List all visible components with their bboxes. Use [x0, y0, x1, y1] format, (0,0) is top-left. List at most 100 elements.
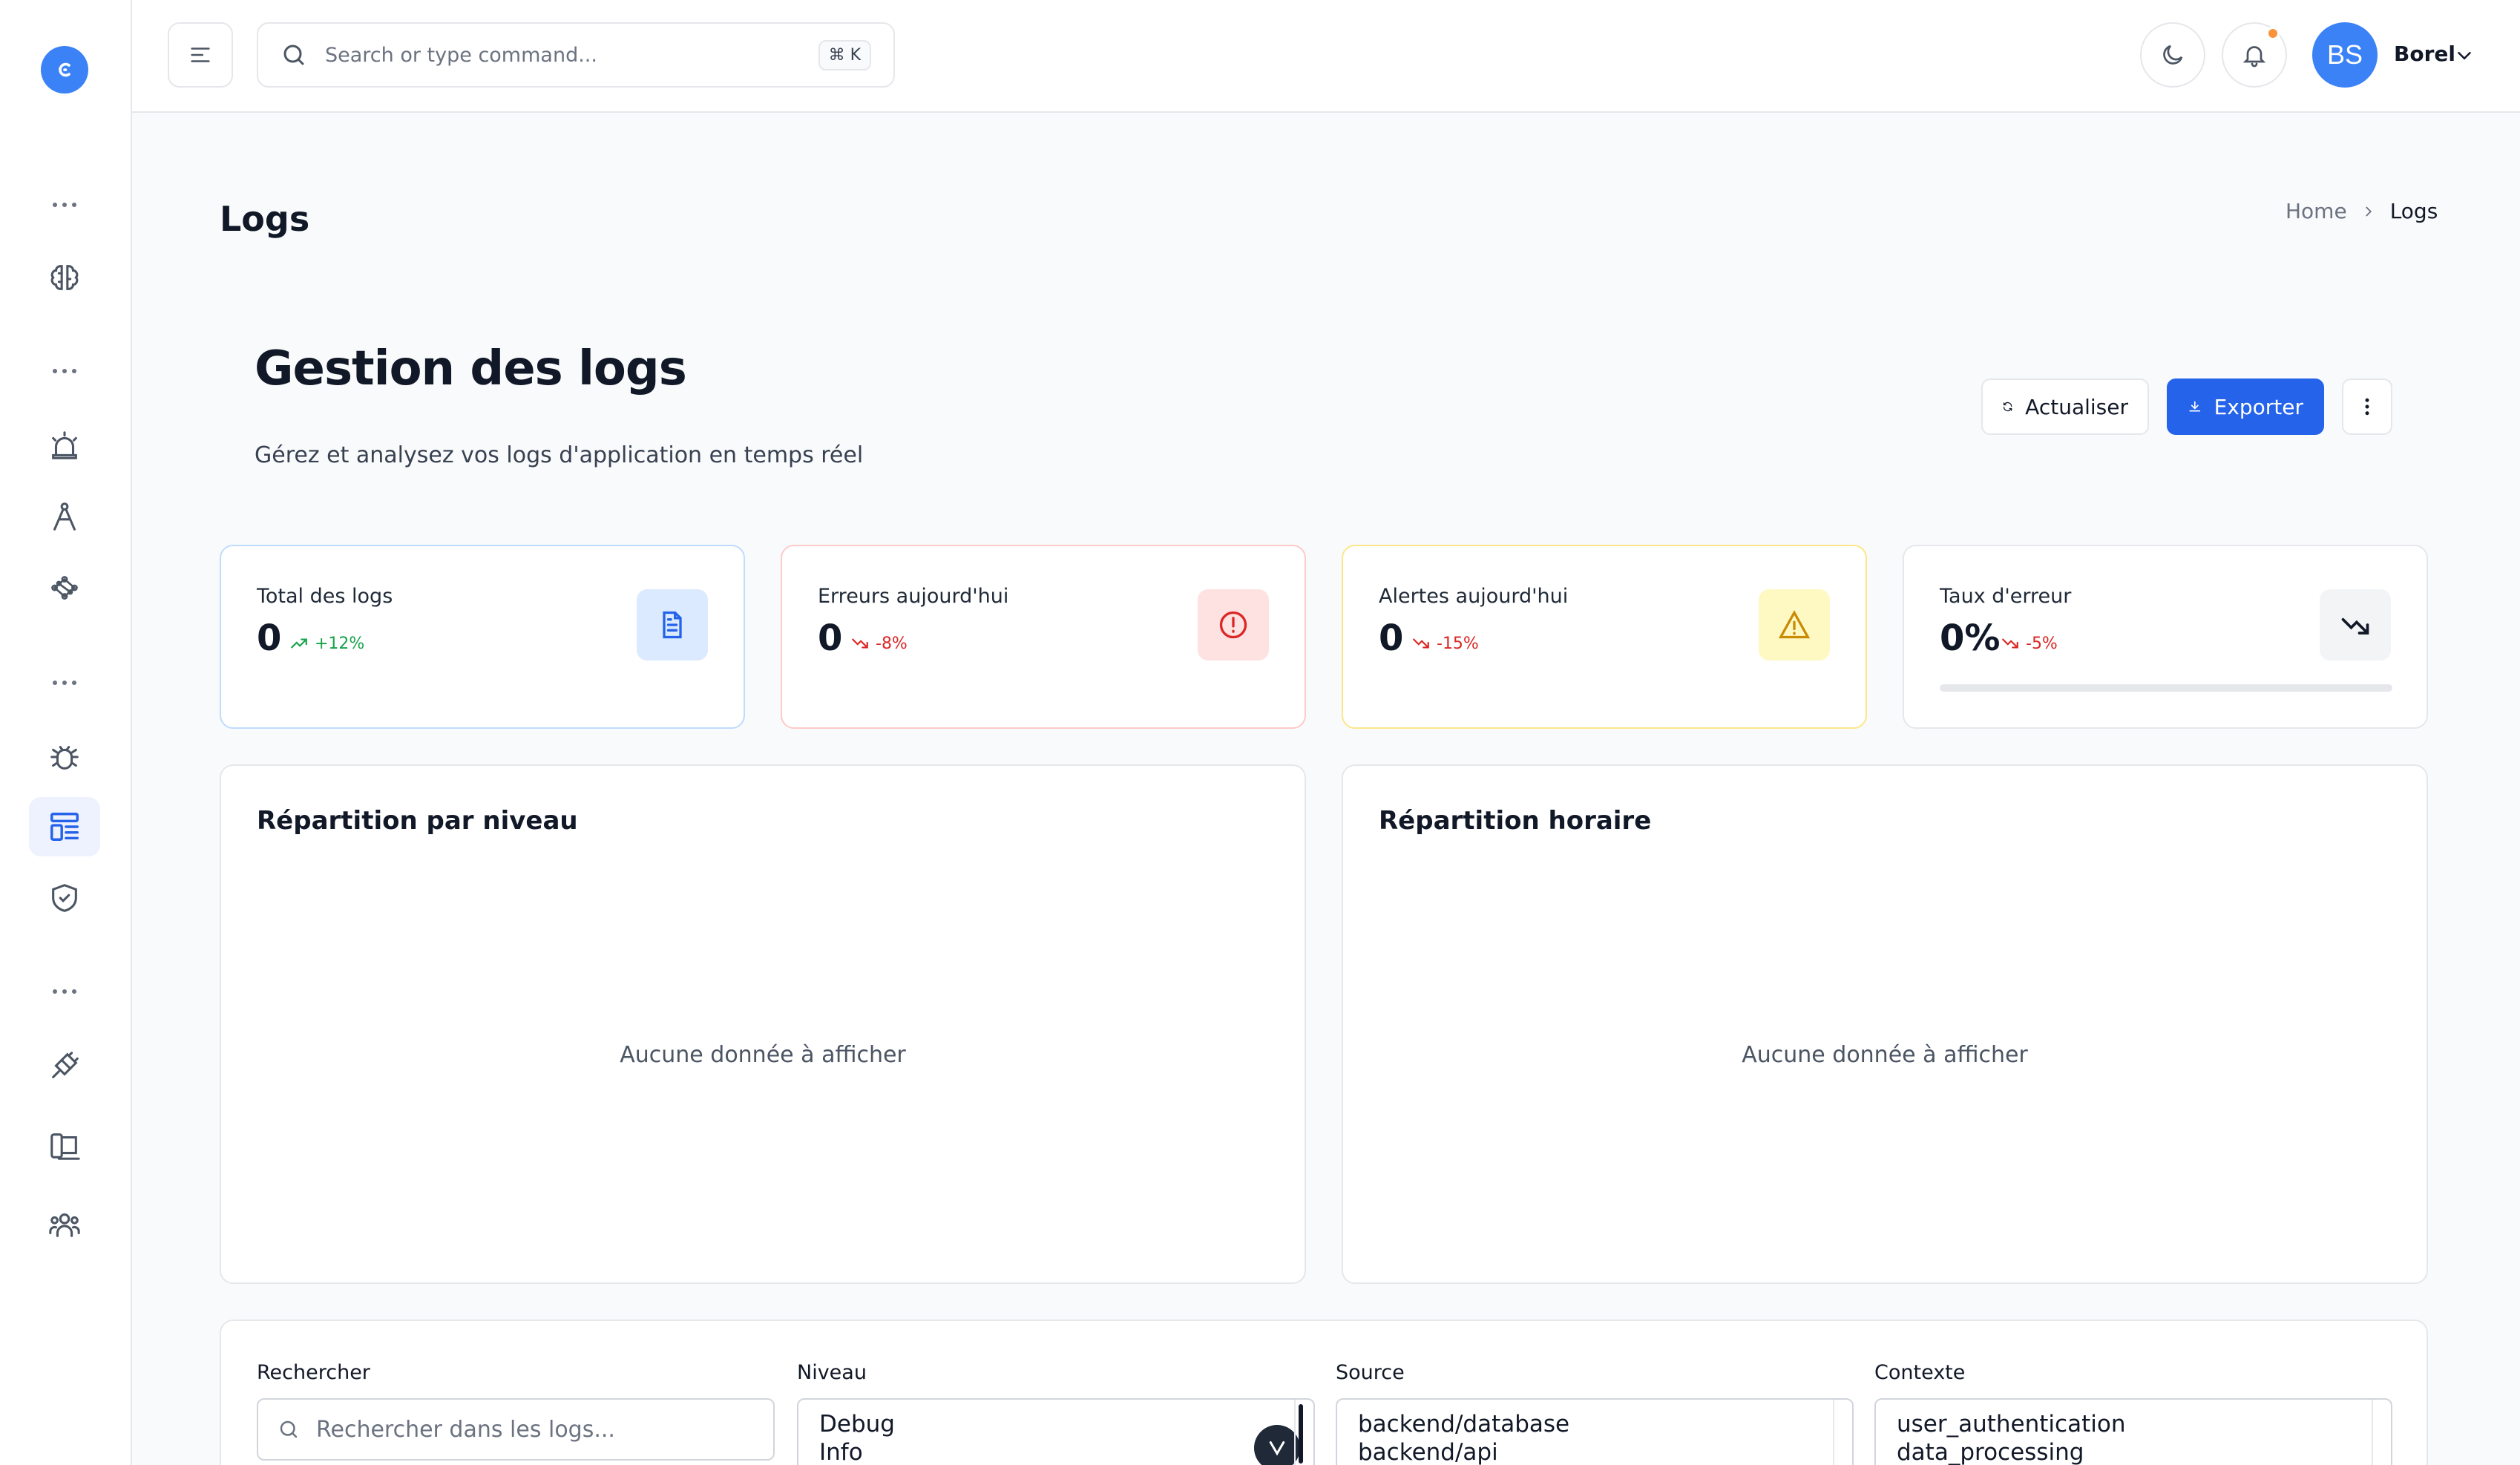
shield-check-icon	[52, 884, 77, 912]
export-label: Exporter	[2214, 394, 2303, 419]
network-icon	[51, 576, 78, 600]
trending-down-icon	[852, 638, 868, 649]
sidebar-item-tools[interactable]	[29, 487, 100, 546]
stat-value: 0	[257, 617, 282, 659]
error-rate-progress	[1940, 684, 2392, 692]
level-scrollbar[interactable]	[1294, 1400, 1306, 1465]
sidebar	[0, 0, 132, 1465]
filter-context-select[interactable]: user_authentication data_processing	[1874, 1398, 2392, 1465]
stat-icon-box	[637, 589, 708, 661]
filter-source-select[interactable]: backend/database backend/api	[1336, 1398, 1854, 1465]
sidebar-item-alerts[interactable]	[29, 416, 100, 475]
refresh-label: Actualiser	[2025, 394, 2128, 419]
chart-card-hourly: Répartition horaire Aucune donnée à affi…	[1342, 764, 2428, 1284]
app-logo[interactable]	[41, 46, 88, 94]
chevron-right-icon	[2366, 206, 2372, 216]
user-avatar[interactable]: BS	[2312, 22, 2378, 88]
more-actions-button[interactable]	[2342, 378, 2392, 435]
stat-icon-box	[1759, 589, 1830, 661]
search-icon	[283, 45, 304, 65]
stat-change: +12%	[289, 634, 364, 653]
user-name[interactable]: Borel	[2394, 42, 2455, 66]
stat-icon-box	[1198, 589, 1269, 661]
context-scrollbar[interactable]	[2372, 1400, 2383, 1465]
user-menu-chevron[interactable]	[2453, 45, 2475, 70]
notifications-button[interactable]	[2222, 22, 2287, 88]
moon-icon	[2163, 45, 2183, 65]
layout-list-icon	[50, 813, 79, 841]
stat-value: 0	[1379, 617, 1404, 659]
users-icon	[49, 1213, 80, 1237]
filter-search-input[interactable]: Rechercher dans les logs...	[257, 1398, 775, 1461]
refresh-button[interactable]: Actualiser	[1981, 378, 2149, 435]
stat-change: -5%	[2001, 634, 2058, 653]
stat-change-value: -5%	[2026, 634, 2058, 653]
stat-card-error-rate: Taux d'erreur 0% -5%	[1903, 545, 2428, 729]
theme-toggle-button[interactable]	[2140, 22, 2205, 88]
stat-label: Alertes aujourd'hui	[1379, 585, 1569, 608]
vue-devtools-icon[interactable]	[1254, 1425, 1300, 1465]
source-option[interactable]: backend/api	[1358, 1438, 1831, 1465]
devices-icon	[50, 1133, 80, 1160]
page-title: Logs	[220, 199, 310, 239]
download-icon	[2189, 401, 2201, 412]
sidebar-item-integrations[interactable]	[29, 1036, 100, 1095]
stat-change: -8%	[850, 634, 908, 653]
sidebar-item-team[interactable]	[29, 1195, 100, 1254]
more-vertical-icon	[2365, 398, 2369, 416]
alert-circle-icon	[1219, 611, 1247, 639]
sidebar-item-security[interactable]	[29, 868, 100, 928]
trending-down-icon	[2341, 617, 2369, 635]
sidebar-item-bugs[interactable]	[29, 727, 100, 787]
sidebar-item-network[interactable]	[29, 558, 100, 617]
stat-change: -15%	[1411, 634, 1479, 653]
stat-card-alerts: Alertes aujourd'hui 0 -15%	[1342, 545, 1867, 729]
level-option[interactable]: Debug	[819, 1410, 1293, 1438]
filter-search-placeholder: Rechercher dans les logs...	[316, 1416, 615, 1443]
breadcrumb-current: Logs	[2389, 199, 2438, 223]
breadcrumb-home[interactable]: Home	[2286, 199, 2347, 223]
top-header: Search or type command... ⌘ K BS Borel	[132, 0, 2520, 113]
bug-icon	[50, 746, 79, 770]
chevron-down-icon	[2458, 52, 2471, 60]
chart-card-by-level: Répartition par niveau Aucune donnée à a…	[220, 764, 1306, 1284]
compass-tool-icon	[53, 502, 76, 531]
section-subtitle: Gérez et analysez vos logs d'application…	[255, 442, 864, 468]
filter-context-label: Contexte	[1874, 1361, 1966, 1384]
sidebar-toggle-button[interactable]	[168, 22, 233, 88]
filter-level-select[interactable]: Debug Info	[797, 1398, 1315, 1465]
menu-icon	[191, 47, 210, 62]
search-shortcut: ⌘ K	[818, 39, 871, 71]
filter-source-label: Source	[1336, 1361, 1405, 1384]
stat-card-errors: Erreurs aujourd'hui 0 -8%	[781, 545, 1306, 729]
stat-label: Total des logs	[257, 585, 393, 608]
sidebar-item-devices[interactable]	[29, 1116, 100, 1176]
context-option[interactable]: data_processing	[1897, 1438, 2370, 1465]
filter-card: Rechercher Rechercher dans les logs... N…	[220, 1320, 2428, 1465]
trending-down-icon	[2002, 638, 2018, 649]
trending-down-icon	[1413, 638, 1429, 649]
export-button[interactable]: Exporter	[2167, 378, 2324, 435]
sidebar-item-ai[interactable]	[29, 248, 100, 307]
level-option[interactable]: Info	[819, 1438, 1293, 1465]
context-option[interactable]: user_authentication	[1897, 1410, 2370, 1438]
stat-change-value: +12%	[315, 634, 365, 653]
sidebar-item-logs[interactable]	[29, 797, 100, 856]
sidebar-group-dots-2	[46, 364, 83, 378]
sidebar-group-dots-3	[46, 675, 83, 690]
search-icon	[280, 1420, 298, 1438]
plug-icon	[52, 1052, 79, 1078]
notification-dot	[2266, 27, 2280, 40]
source-scrollbar[interactable]	[1833, 1400, 1845, 1465]
brain-icon	[50, 265, 79, 290]
breadcrumb: Home Logs	[2286, 199, 2438, 223]
filter-level-label: Niveau	[797, 1361, 867, 1384]
stat-card-total-logs: Total des logs 0 +12%	[220, 545, 745, 729]
source-option[interactable]: backend/database	[1358, 1410, 1831, 1438]
file-text-icon	[663, 611, 682, 639]
stat-icon-box	[2320, 589, 2391, 661]
command-search[interactable]: Search or type command... ⌘ K	[257, 22, 895, 88]
stat-label: Erreurs aujourd'hui	[818, 585, 1009, 608]
chart-empty-message: Aucune donnée à afficher	[1742, 1042, 2028, 1068]
stat-change-value: -15%	[1437, 634, 1479, 653]
